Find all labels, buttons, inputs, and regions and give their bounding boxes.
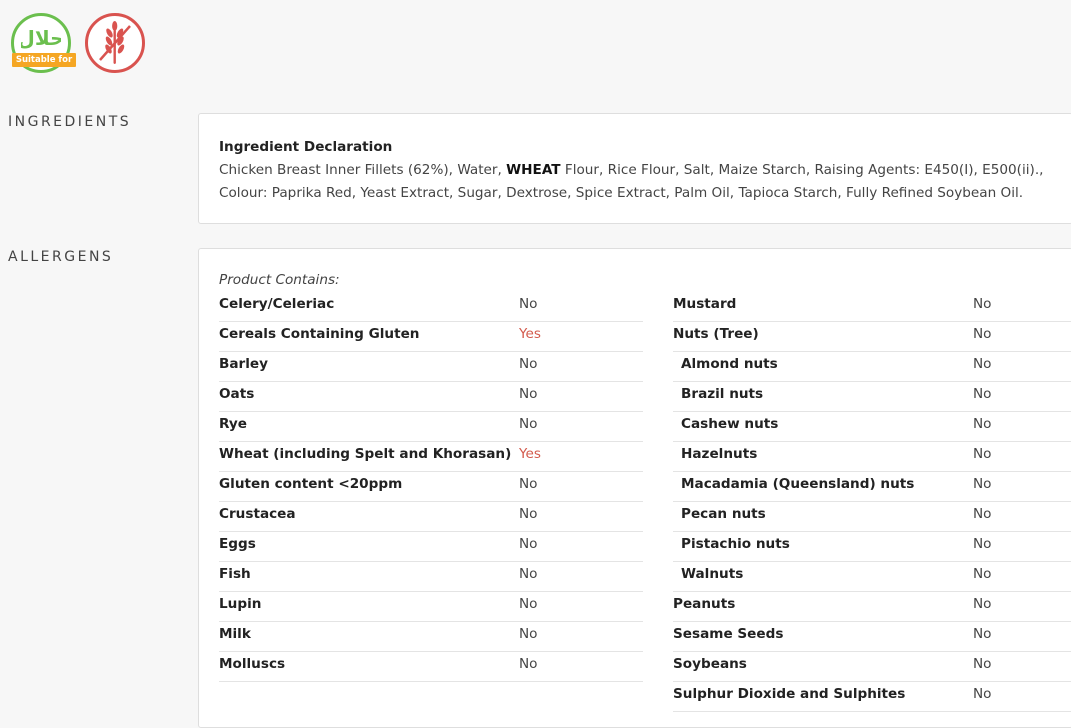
allergen-name: Pistachio nuts (681, 536, 790, 552)
allergen-value: No (973, 386, 992, 402)
allergen-row: Rye No (219, 412, 643, 442)
allergen-value: No (519, 566, 538, 582)
allergen-name: Eggs (219, 536, 256, 552)
allergen-row: Oats No (219, 382, 643, 412)
allergen-value: No (973, 416, 992, 432)
allergen-name: Sulphur Dioxide and Sulphites (673, 686, 906, 702)
ingredients-heading: INGREDIENTS (8, 114, 132, 130)
allergen-name: Celery/Celeriac (219, 296, 335, 312)
allergen-value: No (519, 356, 538, 372)
allergen-value: No (973, 656, 992, 672)
allergen-name: Fish (219, 566, 251, 582)
halal-script: حلال (21, 26, 61, 50)
allergen-row: Cereals Containing Gluten Yes (219, 322, 643, 352)
allergen-row: Peanuts No (673, 592, 1071, 622)
allergen-name: Cashew nuts (681, 416, 779, 432)
allergen-row: Sesame Seeds No (673, 622, 1071, 652)
allergen-row: Gluten content <20ppm No (219, 472, 643, 502)
allergen-row: Molluscs No (219, 652, 643, 682)
halal-badge: حلال Suitable for (11, 13, 76, 73)
allergen-value: No (519, 296, 538, 312)
allergen-value: No (973, 596, 992, 612)
allergen-name: Molluscs (219, 656, 286, 672)
allergen-row: Celery/Celeriac No (219, 292, 643, 322)
allergen-name: Oats (219, 386, 255, 402)
product-contains-label: Product Contains: (219, 272, 340, 288)
allergen-name: Crustacea (219, 506, 296, 522)
allergen-value: No (519, 476, 538, 492)
allergen-row: Barley No (219, 352, 643, 382)
allergen-name: Wheat (including Spelt and Khorasan) (219, 446, 512, 462)
ingredients-panel: Ingredient Declaration Chicken Breast In… (198, 113, 1071, 224)
allergen-row: Milk No (219, 622, 643, 652)
allergen-value: No (973, 626, 992, 642)
allergen-row: Brazil nuts No (673, 382, 1071, 412)
allergen-value: No (973, 446, 992, 462)
ingredients-text-start: Chicken Breast Inner Fillets (62%), Wate… (219, 162, 507, 178)
allergen-value: No (973, 536, 992, 552)
allergen-row: Wheat (including Spelt and Khorasan) Yes (219, 442, 643, 472)
allergen-value: No (973, 506, 992, 522)
allergen-row: Lupin No (219, 592, 643, 622)
allergen-name: Nuts (Tree) (673, 326, 759, 342)
allergen-row: Walnuts No (673, 562, 1071, 592)
allergen-name: Rye (219, 416, 247, 432)
ingredient-declaration-text: Chicken Breast Inner Fillets (62%), Wate… (219, 162, 1044, 201)
allergens-column-right: Mustard No Nuts (Tree) No Almond nuts No Brazi… (673, 292, 1071, 712)
allergens-panel: Product Contains: Celery/Celeriac No Cerea… (198, 248, 1071, 728)
allergen-row: Macadamia (Queensland) nuts No (673, 472, 1071, 502)
allergen-name: Macadamia (Queensland) nuts (681, 476, 915, 492)
allergen-value: No (973, 566, 992, 582)
ingredients-allergen-highlight: WHEAT (506, 162, 561, 178)
allergen-row: Eggs No (219, 532, 643, 562)
allergen-value: No (519, 626, 538, 642)
allergen-name: Cereals Containing Gluten (219, 326, 420, 342)
allergen-name: Barley (219, 356, 268, 372)
allergen-row: Soybeans No (673, 652, 1071, 682)
allergen-value: No (973, 476, 992, 492)
allergen-name: Pecan nuts (681, 506, 766, 522)
allergen-value: No (519, 386, 538, 402)
allergen-row: Nuts (Tree) No (673, 322, 1071, 352)
wheat-icon (99, 21, 131, 64)
allergen-name: Sesame Seeds (673, 626, 784, 642)
allergen-name: Mustard (673, 296, 737, 312)
allergen-value: Yes (519, 326, 541, 342)
allergen-value: No (519, 536, 538, 552)
allergen-name: Milk (219, 626, 251, 642)
allergen-name: Walnuts (681, 566, 744, 582)
allergen-value: No (519, 416, 538, 432)
allergens-heading: ALLERGENS (8, 249, 114, 265)
allergen-value: No (973, 296, 992, 312)
ingredient-declaration-title: Ingredient Declaration (219, 139, 393, 155)
allergen-row: Pistachio nuts No (673, 532, 1071, 562)
allergen-name: Brazil nuts (681, 386, 764, 402)
allergens-column-left: Celery/Celeriac No Cereals Containing Glut… (219, 292, 643, 682)
allergen-row: Hazelnuts No (673, 442, 1071, 472)
allergen-row: Mustard No (673, 292, 1071, 322)
allergen-name: Almond nuts (681, 356, 778, 372)
allergen-value: No (519, 656, 538, 672)
gluten-badge (85, 13, 145, 73)
allergen-row: Pecan nuts No (673, 502, 1071, 532)
allergen-name: Gluten content <20ppm (219, 476, 403, 492)
allergen-value: No (519, 506, 538, 522)
allergen-name: Hazelnuts (681, 446, 758, 462)
allergen-row: Sulphur Dioxide and Sulphites No (673, 682, 1071, 712)
allergen-row: Cashew nuts No (673, 412, 1071, 442)
allergen-row: Almond nuts No (673, 352, 1071, 382)
halal-icon: حلال (21, 26, 61, 50)
allergen-name: Peanuts (673, 596, 736, 612)
allergen-value: No (973, 326, 992, 342)
halal-caption: Suitable for (12, 53, 76, 67)
allergen-row: Fish No (219, 562, 643, 592)
allergen-name: Soybeans (673, 656, 747, 672)
allergen-row: Crustacea No (219, 502, 643, 532)
allergen-name: Lupin (219, 596, 262, 612)
allergen-value: No (519, 596, 538, 612)
allergen-value: No (973, 356, 992, 372)
allergen-value: Yes (519, 446, 541, 462)
allergen-value: No (973, 686, 992, 702)
